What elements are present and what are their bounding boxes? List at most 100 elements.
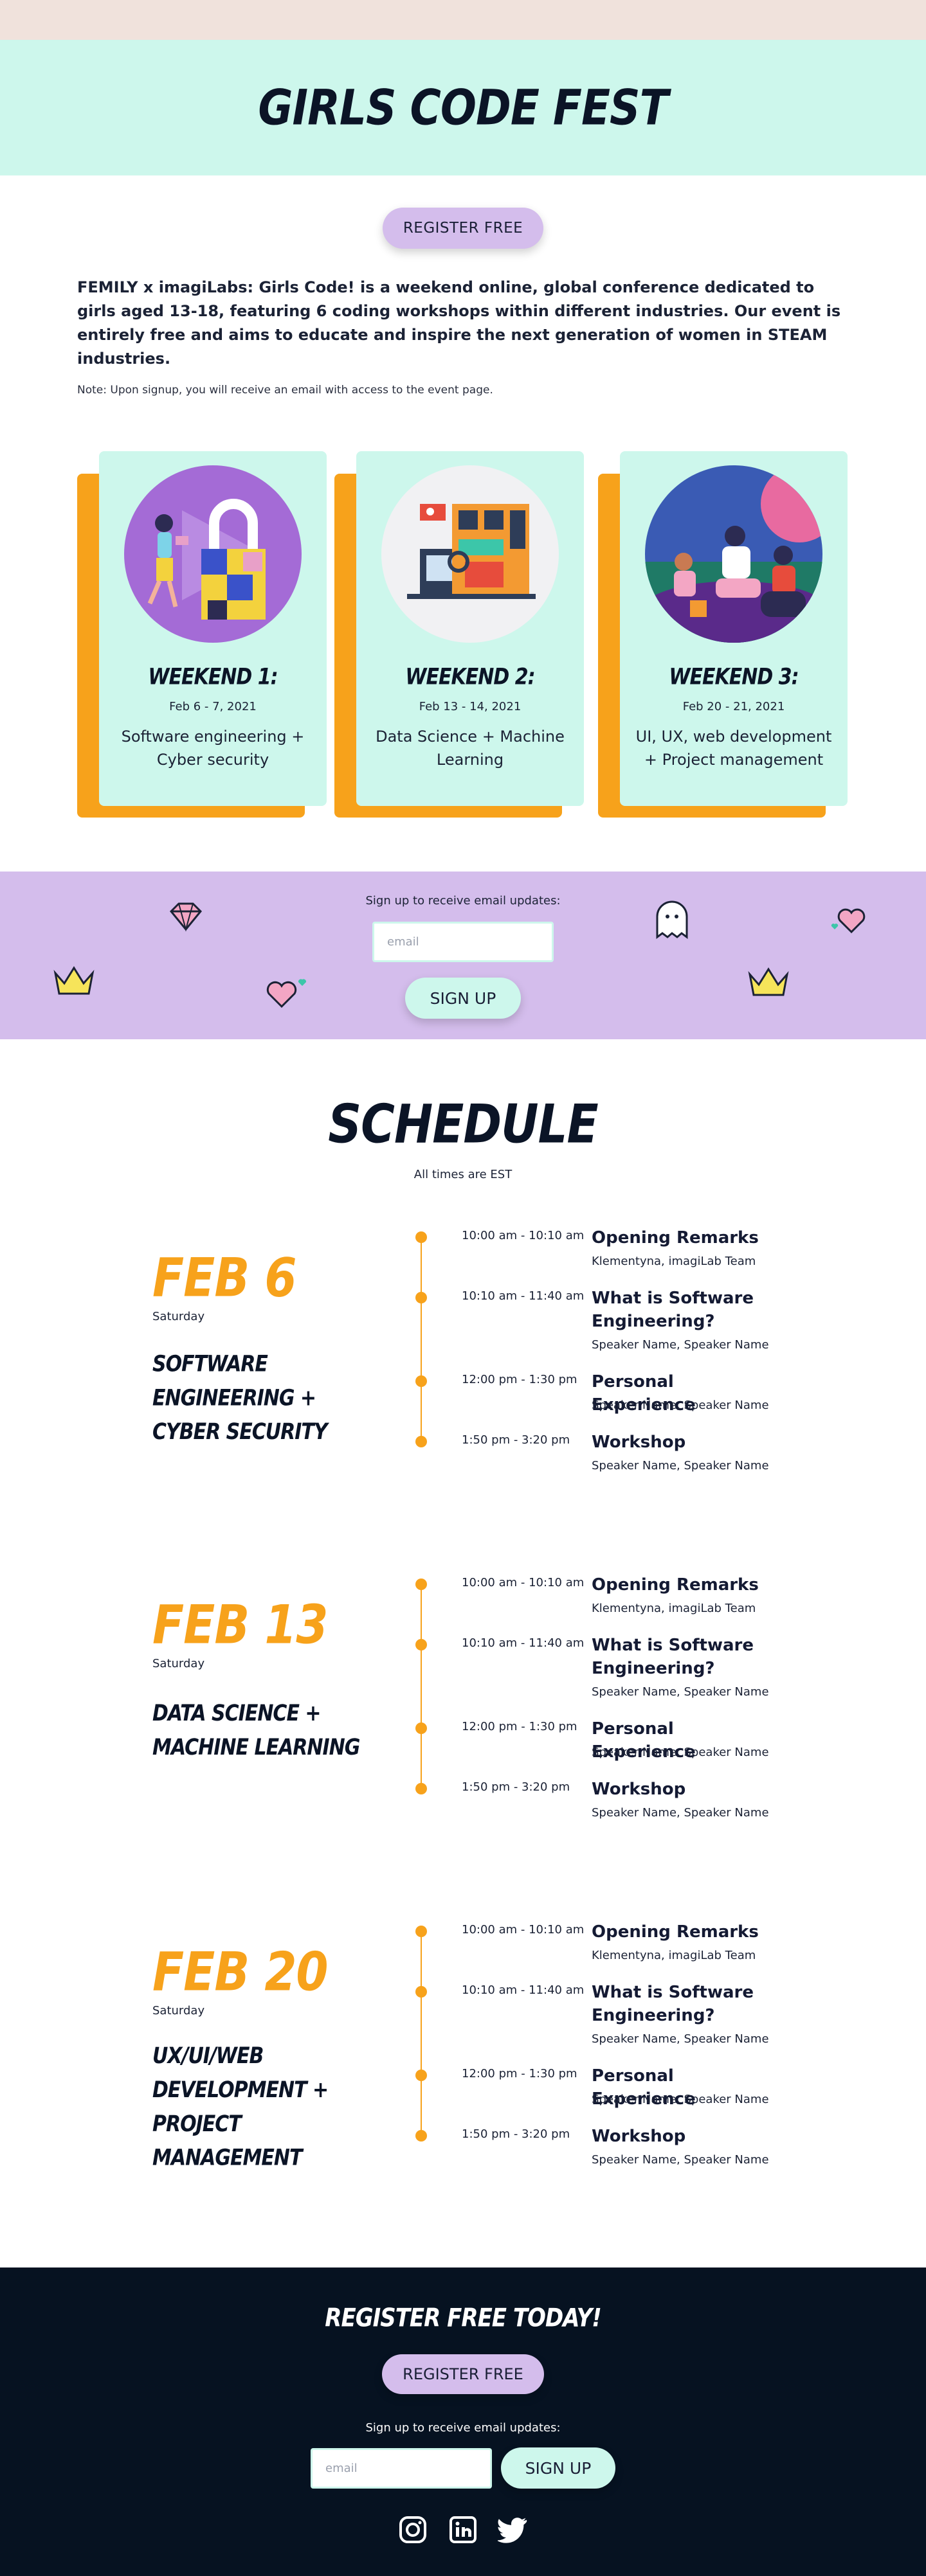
- crown-icon: [53, 966, 95, 995]
- item-speaker: Klementyna, imagiLab Team: [592, 1602, 756, 1615]
- weekend-date: Feb 13 - 14, 2021: [419, 700, 522, 713]
- timeline-line: [421, 1237, 422, 1441]
- weekend-card-body: WEEKEND 3: Feb 20 - 21, 2021 UI, UX, web…: [620, 451, 848, 806]
- weekend-title: WEEKEND 2:: [405, 664, 535, 690]
- footer-register-button[interactable]: REGISTER FREE: [382, 2354, 544, 2394]
- item-speaker: Speaker Name, Speaker Name: [592, 1399, 769, 1412]
- day-date: FEB 13: [152, 1593, 329, 1656]
- schedule-day: FEB 13 Saturday DATA SCIENCE + MACHINE LEA…: [0, 1573, 926, 1920]
- footer-signup-label: Sign up to receive email updates:: [365, 2421, 561, 2435]
- footer-signup-button[interactable]: SIGN UP: [501, 2447, 615, 2489]
- day-track: SOFTWARE ENGINEERING + CYBER SECURITY: [152, 1351, 328, 1445]
- item-time: 10:10 am - 11:40 am: [462, 1289, 585, 1303]
- signup-button[interactable]: SIGN UP: [405, 978, 521, 1019]
- day-date: FEB 20: [152, 1940, 329, 2003]
- hero-banner: GIRLS CODE FEST: [0, 40, 926, 175]
- item-title: Opening Remarks: [592, 1575, 759, 1595]
- signup-note: Note: Upon signup, you will receive an e…: [77, 384, 493, 397]
- signup-label: Sign up to receive email updates:: [365, 894, 561, 908]
- day-weekday: Saturday: [152, 2004, 205, 2017]
- item-title: What is Software Engineering?: [592, 1636, 754, 1678]
- day-weekday: Saturday: [152, 1657, 205, 1670]
- schedule-section: SCHEDULE All times are EST: [0, 1039, 926, 1181]
- weekend-date: Feb 6 - 7, 2021: [169, 700, 257, 713]
- weekend-cards: WEEKEND 1: Feb 6 - 7, 2021 Software engi…: [0, 422, 926, 821]
- timeline-dot: [415, 1639, 427, 1650]
- timeline-dot: [415, 1292, 427, 1303]
- instagram-icon[interactable]: [397, 2514, 428, 2545]
- timeline-dot: [415, 1986, 427, 1998]
- weekend-date: Feb 20 - 21, 2021: [682, 700, 785, 713]
- footer-title: REGISTER FREE TODAY!: [325, 2303, 601, 2333]
- schedule-timezone: All times are EST: [413, 1168, 513, 1181]
- item-time: 10:10 am - 11:40 am: [462, 1636, 585, 1650]
- schedule-day: FEB 20 Saturday UX/UI/WEB DEVELOPMENT + PR…: [0, 1920, 926, 2267]
- schedule-day: FEB 6 Saturday SOFTWARE ENGINEERING + CYBE…: [0, 1226, 926, 1573]
- item-speaker: Speaker Name, Speaker Name: [592, 2153, 769, 2167]
- item-title: Workshop: [592, 1433, 686, 1452]
- item-speaker: Klementyna, imagiLab Team: [592, 1255, 756, 1268]
- footer: REGISTER FREE TODAY! REGISTER FREE Sign …: [0, 2267, 926, 2576]
- item-time: 12:00 pm - 1:30 pm: [462, 1373, 577, 1386]
- item-title: Workshop: [592, 1780, 686, 1799]
- day-track: DATA SCIENCE + MACHINE LEARNING: [152, 1700, 360, 1760]
- item-time: 1:50 pm - 3:20 pm: [462, 1780, 570, 1794]
- item-time: 10:00 am - 10:10 am: [462, 1229, 585, 1242]
- crown-icon: [748, 967, 789, 996]
- intro-text: FEMILY x imagiLabs: Girls Code! is a wee…: [77, 278, 841, 368]
- weekend-topic: Data Science + Machine Learning: [376, 728, 565, 769]
- item-time: 10:10 am - 11:40 am: [462, 1983, 585, 1997]
- schedule-days: FEB 6 Saturday SOFTWARE ENGINEERING + CYBE…: [0, 1226, 926, 2267]
- footer-email-input[interactable]: [311, 2447, 492, 2489]
- item-time: 1:50 pm - 3:20 pm: [462, 1433, 570, 1447]
- timeline-dot: [415, 1926, 427, 1937]
- timeline-dot: [415, 1783, 427, 1794]
- weekend-card-body: WEEKEND 1: Feb 6 - 7, 2021 Software engi…: [99, 451, 327, 806]
- weekend-topic: UI, UX, web development + Project manage…: [635, 728, 832, 769]
- item-title: What is Software Engineering?: [592, 1289, 754, 1331]
- schedule-title: SCHEDULE: [328, 1093, 598, 1156]
- day-track: UX/UI/WEB DEVELOPMENT + PROJECT MANAGEME…: [152, 2043, 329, 2171]
- weekend-card: WEEKEND 1: Feb 6 - 7, 2021 Software engi…: [77, 451, 334, 818]
- day-weekday: Saturday: [152, 1310, 205, 1323]
- weekend-title: WEEKEND 1:: [148, 664, 278, 690]
- item-title: Opening Remarks: [592, 1922, 759, 1942]
- timeline-dot: [415, 1436, 427, 1447]
- intro-section: FEMILY x imagiLabs: Girls Code! is a wee…: [77, 276, 849, 397]
- item-time: 10:00 am - 10:10 am: [462, 1923, 585, 1936]
- item-title: Workshop: [592, 2127, 686, 2146]
- day-header: FEB 13 Saturday DATA SCIENCE + MACHINE LEA…: [152, 1594, 371, 1760]
- item-time: 1:50 pm - 3:20 pm: [462, 2127, 570, 2141]
- linkedin-icon[interactable]: [448, 2514, 478, 2545]
- day-header: FEB 20 Saturday UX/UI/WEB DEVELOPMENT + PR…: [152, 1941, 371, 2171]
- item-time: 12:00 pm - 1:30 pm: [462, 2067, 577, 2080]
- hearts-icon: [266, 979, 307, 1008]
- item-speaker: Speaker Name, Speaker Name: [592, 1685, 769, 1699]
- weekend-topic: Software engineering + Cyber security: [121, 728, 305, 769]
- email-input[interactable]: [372, 922, 554, 962]
- item-speaker: Speaker Name, Speaker Name: [592, 1459, 769, 1472]
- hearts-icon: [831, 908, 866, 934]
- day-date: FEB 6: [152, 1246, 296, 1309]
- weekend-card-body: WEEKEND 2: Feb 13 - 14, 2021 Data Scienc…: [356, 451, 584, 806]
- weekend-card: WEEKEND 2: Feb 13 - 14, 2021 Data Scienc…: [334, 451, 592, 818]
- weekend-title: WEEKEND 3:: [669, 664, 799, 690]
- data-dashboard-illustration: [381, 465, 559, 643]
- twitter-icon[interactable]: [498, 2514, 529, 2545]
- item-speaker: Speaker Name, Speaker Name: [592, 1338, 769, 1352]
- timeline-line: [421, 1931, 422, 2135]
- weekend-card: WEEKEND 3: Feb 20 - 21, 2021 UI, UX, web…: [598, 451, 855, 818]
- page-title: GIRLS CODE FEST: [258, 79, 668, 136]
- email-signup-section: Sign up to receive email updates: SIGN U…: [0, 872, 926, 1039]
- ghost-icon: [656, 900, 688, 939]
- item-speaker: Klementyna, imagiLab Team: [592, 1949, 756, 1962]
- item-time: 12:00 pm - 1:30 pm: [462, 1720, 577, 1733]
- timeline-dot: [415, 1375, 427, 1387]
- item-speaker: Speaker Name, Speaker Name: [592, 1746, 769, 1759]
- security-lock-illustration: [124, 465, 302, 643]
- item-speaker: Speaker Name, Speaker Name: [592, 2093, 769, 2106]
- item-speaker: Speaker Name, Speaker Name: [592, 2032, 769, 2046]
- register-button[interactable]: REGISTER FREE: [383, 208, 543, 249]
- timeline-dot: [415, 2070, 427, 2081]
- design-team-illustration: [645, 465, 822, 643]
